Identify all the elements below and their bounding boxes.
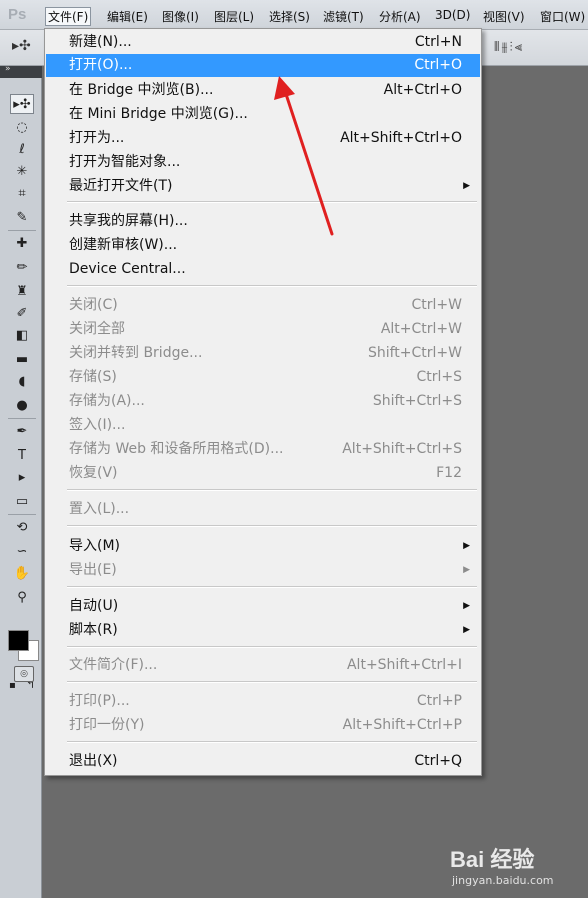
submenu-arrow-icon: ▶ (463, 181, 470, 191)
menubar: Ps 文件(F) 编辑(E) 图像(I) 图层(L) 选择(S) 滤镜(T) 分… (0, 0, 588, 30)
history-brush-tool-icon[interactable]: ✐ (10, 304, 34, 324)
baidu-jingyan-watermark: Bai 经验 jingyan.baidu.com (450, 842, 588, 898)
dodge-tool-icon[interactable]: ● (10, 396, 34, 416)
menu-select[interactable]: 选择(S) (266, 7, 313, 26)
menu-item-open[interactable]: 打开(O)... Ctrl+O (46, 54, 480, 77)
eraser-tool-icon[interactable]: ◧ (10, 326, 34, 346)
menu-separator (67, 646, 477, 648)
submenu-arrow-icon: ▶ (463, 625, 470, 635)
menu-item-browse-bridge[interactable]: 在 Bridge 中浏览(B)... Alt+Ctrl+O (46, 79, 480, 102)
menu-item-export[interactable]: 导出(E) ▶ (46, 559, 480, 582)
pen-tool-icon[interactable]: ✒ (10, 422, 34, 442)
submenu-arrow-icon: ▶ (463, 565, 470, 575)
menu-item-save[interactable]: 存储(S) Ctrl+S (46, 366, 480, 389)
blur-tool-icon[interactable]: ◖ (10, 372, 34, 392)
type-tool-icon[interactable]: T (10, 446, 34, 466)
menu-item-scripts[interactable]: 脚本(R) ▶ (46, 619, 480, 642)
3d-orbit-tool-icon[interactable]: ∽ (10, 542, 34, 562)
menu-item-close-go-bridge[interactable]: 关闭并转到 Bridge... Shift+Ctrl+W (46, 342, 480, 365)
menu-window[interactable]: 窗口(W) (537, 7, 588, 26)
menu-edit[interactable]: 编辑(E) (104, 7, 151, 26)
menu-item-save-as[interactable]: 存储为(A)... Shift+Ctrl+S (46, 390, 480, 413)
menu-separator (67, 586, 477, 588)
menu-item-exit[interactable]: 退出(X) Ctrl+Q (46, 750, 480, 773)
submenu-arrow-icon: ▶ (463, 601, 470, 611)
menu-analysis[interactable]: 分析(A) (376, 7, 424, 26)
watermark-url: jingyan.baidu.com (452, 874, 554, 887)
file-menu-dropdown: 新建(N)... Ctrl+N 打开(O)... Ctrl+O 在 Bridge 中… (44, 28, 482, 776)
annotation-arrow-icon (274, 76, 334, 236)
menu-view[interactable]: 视图(V) (480, 7, 528, 26)
menu-item-print-one-copy[interactable]: 打印一份(Y) Alt+Shift+Ctrl+P (46, 714, 480, 737)
menu-item-check-in[interactable]: 签入(I)... (46, 414, 480, 437)
menu-filter[interactable]: 滤镜(T) (320, 7, 367, 26)
hand-tool-icon[interactable]: ✋ (10, 564, 34, 584)
menu-3d[interactable]: 3D(D) (432, 7, 473, 23)
healing-brush-tool-icon[interactable]: ✚ (10, 234, 34, 254)
photoshop-logo: Ps (8, 6, 27, 23)
path-selection-tool-icon[interactable]: ▸ (10, 468, 34, 488)
menu-item-automate[interactable]: 自动(U) ▶ (46, 595, 480, 618)
menu-item-revert[interactable]: 恢复(V) F12 (46, 462, 480, 485)
menu-separator (67, 681, 477, 683)
clone-stamp-tool-icon[interactable]: ♜ (10, 282, 34, 302)
brush-tool-icon[interactable]: ✏ (10, 258, 34, 278)
move-tool-preset-icon[interactable]: ▸✣ (12, 38, 31, 54)
menu-item-device-central[interactable]: Device Central... (46, 258, 480, 281)
menu-item-open-as[interactable]: 打开为... Alt+Shift+Ctrl+O (46, 127, 480, 150)
gradient-tool-icon[interactable]: ▬ (10, 350, 34, 370)
menu-file[interactable]: 文件(F) (45, 7, 92, 26)
menu-item-recent-files[interactable]: 最近打开文件(T) ▶ (46, 175, 480, 198)
toolbox: » ▸✣ ◌ ℓ ✳ ⌗ ✎ ✚ ✏ ♜ ✐ ◧ ▬ ◖ ● ✒ T ▸ ▭ ⟲… (0, 64, 42, 898)
menu-item-close-all[interactable]: 关闭全部 Alt+Ctrl+W (46, 318, 480, 341)
move-tool-icon[interactable]: ▸✣ (10, 94, 34, 114)
rectangle-tool-icon[interactable]: ▭ (10, 492, 34, 512)
menu-item-close[interactable]: 关闭(C) Ctrl+W (46, 294, 480, 317)
menu-item-import[interactable]: 导入(M) ▶ (46, 535, 480, 558)
menu-item-create-review[interactable]: 创建新审核(W)... (46, 234, 480, 257)
menu-item-place[interactable]: 置入(L)... (46, 498, 480, 521)
menu-separator (67, 525, 477, 527)
menu-item-new[interactable]: 新建(N)... Ctrl+N (46, 31, 480, 54)
menu-item-print[interactable]: 打印(P)... Ctrl+P (46, 690, 480, 713)
menu-item-file-info[interactable]: 文件简介(F)... Alt+Shift+Ctrl+I (46, 654, 480, 677)
menu-separator (67, 489, 477, 491)
watermark-brand: Bai 经验 (450, 847, 535, 872)
magic-wand-tool-icon[interactable]: ✳ (10, 162, 34, 182)
3d-rotate-tool-icon[interactable]: ⟲ (10, 518, 34, 538)
menu-layer[interactable]: 图层(L) (211, 7, 257, 26)
lasso-tool-icon[interactable]: ℓ (10, 140, 34, 160)
toolbox-divider (8, 418, 36, 419)
zoom-tool-icon[interactable]: ⚲ (10, 588, 34, 608)
align-icons[interactable]: ⫴⫵⫶⫷ (494, 40, 524, 55)
eyedropper-tool-icon[interactable]: ✎ (10, 208, 34, 228)
toolbox-divider (8, 230, 36, 231)
crop-tool-icon[interactable]: ⌗ (10, 184, 34, 204)
menu-separator (67, 741, 477, 743)
menu-item-save-for-web[interactable]: 存储为 Web 和设备所用格式(D)... Alt+Shift+Ctrl+S (46, 438, 480, 461)
marquee-tool-icon[interactable]: ◌ (10, 118, 34, 138)
toolbox-divider (8, 514, 36, 515)
toolbox-header[interactable]: » (0, 64, 42, 78)
menu-item-open-smart-object[interactable]: 打开为智能对象... (46, 151, 480, 174)
submenu-arrow-icon: ▶ (463, 541, 470, 551)
quick-mask-icon[interactable]: ◎ (14, 666, 34, 682)
menu-item-browse-mini-bridge[interactable]: 在 Mini Bridge 中浏览(G)... (46, 103, 480, 126)
menu-separator (67, 285, 477, 287)
foreground-color-swatch[interactable] (8, 630, 29, 651)
menu-image[interactable]: 图像(I) (159, 7, 202, 26)
menu-item-share-screen[interactable]: 共享我的屏幕(H)... (46, 210, 480, 233)
